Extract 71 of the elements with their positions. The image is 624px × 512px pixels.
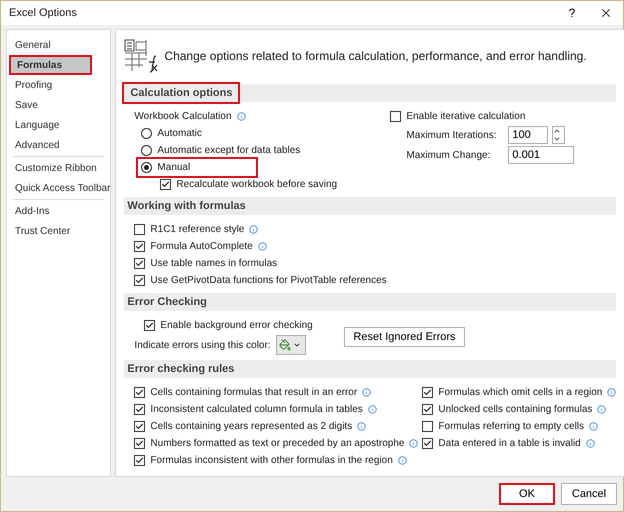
checkbox[interactable] xyxy=(134,421,146,432)
option-label: Numbers formatted as text or preceded by an apostrophe xyxy=(150,438,404,449)
sidebar-item[interactable]: Add-Ins xyxy=(7,201,110,221)
sidebar-item[interactable]: Customize Ribbon xyxy=(7,158,110,178)
checkbox[interactable] xyxy=(134,275,146,286)
option-label: Enable iterative calculation xyxy=(406,111,526,122)
option-label: R1C1 reference style xyxy=(150,224,244,235)
window-title: Excel Options xyxy=(9,7,78,19)
checkbox[interactable] xyxy=(390,111,402,122)
sidebar-item[interactable]: Save xyxy=(7,95,110,115)
caret-icon xyxy=(292,341,301,349)
sidebar-item[interactable]: Formulas xyxy=(9,55,92,75)
formula-grid-icon xyxy=(124,39,158,73)
option-label: Use GetPivotData functions for PivotTable references xyxy=(150,275,387,286)
checkbox[interactable] xyxy=(134,258,146,269)
checkbox[interactable] xyxy=(422,387,434,398)
checkbox[interactable] xyxy=(422,438,434,449)
field-label: Maximum Iterations: xyxy=(406,130,498,140)
checkbox[interactable] xyxy=(422,421,434,432)
radio-button[interactable] xyxy=(141,128,152,139)
help-button[interactable]: ? xyxy=(555,1,589,25)
option-label: Use table names in formulas xyxy=(150,258,278,269)
reset-ignored-errors-button[interactable]: Reset Ignored Errors xyxy=(344,326,465,346)
option-label: Formulas referring to empty cells xyxy=(438,421,584,432)
radio-button[interactable] xyxy=(141,145,152,156)
option-label: Unlocked cells containing formulas xyxy=(438,404,592,415)
sidebar-item[interactable]: General xyxy=(7,35,110,55)
checkbox[interactable] xyxy=(134,404,146,415)
sidebar-item[interactable]: Language xyxy=(7,115,110,135)
change-field[interactable]: 0.001 xyxy=(508,146,574,164)
sidebar-item[interactable]: Quick Access Toolbar xyxy=(7,178,110,198)
checkbox[interactable] xyxy=(134,455,146,466)
option-label: Workbook Calculation xyxy=(134,111,232,122)
sidebar-item[interactable]: Trust Center xyxy=(7,221,110,241)
option-label: Inconsistent calculated column formula in tables xyxy=(150,404,363,415)
header-description: Change options related to formula calculation, performance, and error handling. xyxy=(164,49,587,63)
option-label: Indicate errors using this color: xyxy=(134,340,271,350)
info-icon xyxy=(236,112,246,121)
section-title: Calculation options xyxy=(124,84,238,102)
section-title: Error Checking xyxy=(126,295,208,310)
option-label: Cells containing years represented as 2 digits xyxy=(150,421,352,432)
close-icon xyxy=(599,6,613,20)
radio-button[interactable] xyxy=(141,162,152,173)
checkbox[interactable] xyxy=(422,404,434,415)
field-label: Maximum Change: xyxy=(406,150,492,160)
dialog-button[interactable]: OK xyxy=(499,483,555,505)
sidebar-item[interactable]: Advanced xyxy=(7,135,110,155)
option-label: Formulas inconsistent with other formulas in the region xyxy=(150,455,393,466)
iterations-field[interactable]: 100 xyxy=(508,126,548,144)
color-picker[interactable] xyxy=(276,335,306,355)
sidebar-item[interactable]: Proofing xyxy=(7,75,110,95)
option-label: Cells containing formulas that result in an error xyxy=(150,387,358,398)
dialog-button[interactable]: Cancel xyxy=(561,483,617,505)
checkbox[interactable] xyxy=(134,438,146,449)
option-label: Enable background error checking xyxy=(160,320,313,331)
paint-bucket-icon xyxy=(278,339,291,351)
checkbox[interactable] xyxy=(134,387,146,398)
option-label: Automatic xyxy=(157,128,202,139)
spinner[interactable] xyxy=(552,126,566,144)
section-title: Error checking rules xyxy=(126,362,236,377)
option-label: Automatic except for data tables xyxy=(157,145,300,156)
option-label: Formula AutoComplete xyxy=(150,241,253,252)
checkbox[interactable] xyxy=(134,224,146,235)
checkbox[interactable] xyxy=(160,179,172,190)
checkbox[interactable] xyxy=(144,320,156,331)
section-title: Working with formulas xyxy=(126,199,247,214)
checkbox[interactable] xyxy=(134,241,146,252)
option-label: Recalculate workbook before saving xyxy=(176,179,338,190)
option-label: Data entered in a table is invalid xyxy=(438,438,581,449)
option-label: Formulas which omit cells in a region xyxy=(438,387,602,398)
option-label: Manual xyxy=(157,162,190,173)
